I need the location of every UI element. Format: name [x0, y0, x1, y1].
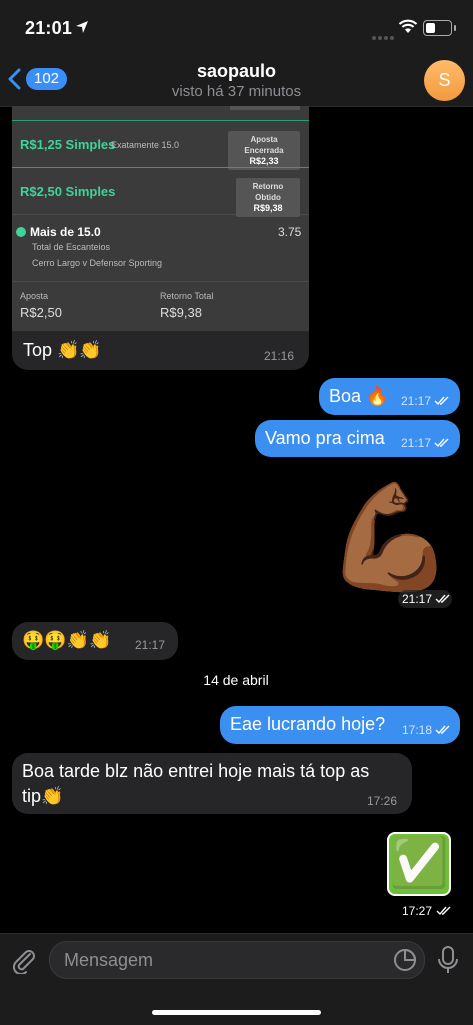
- message-time: 21:17: [401, 436, 432, 450]
- last-seen-status: visto há 37 minutos: [171, 83, 302, 100]
- battery-icon: [423, 20, 456, 36]
- message-time: 17:27: [402, 904, 433, 918]
- status-title: Retorno Obtido: [252, 182, 284, 202]
- return-label: Retorno Total: [160, 291, 214, 301]
- double-check-icon: [434, 438, 449, 448]
- status-time: 21:01: [25, 18, 73, 38]
- double-check-icon: [435, 594, 450, 604]
- bet-title: Mais de 15.0: [16, 225, 101, 239]
- message-input[interactable]: [62, 949, 376, 972]
- message-bubble-outgoing[interactable]: Boa 🔥 21:17: [319, 378, 460, 415]
- bet-row-1-status: Aposta Encerrada R$2,33: [228, 131, 300, 170]
- home-indicator[interactable]: [152, 1010, 321, 1015]
- bet-match: Cerro Largo v Defensor Sporting: [32, 258, 163, 268]
- wifi-icon: [398, 19, 418, 33]
- message-input-bar: [0, 933, 473, 1025]
- message-bubble-incoming[interactable]: Boa tarde blz não entrei hoje mais tá to…: [12, 753, 412, 814]
- double-check-icon: [436, 906, 451, 916]
- message-text: Eae lucrando hoje?: [230, 714, 386, 734]
- sticker-time-badge: 21:17: [398, 590, 452, 608]
- message-time: 21:16: [264, 349, 295, 363]
- bet-row-1: R$1,25 Simples Exatamente 15.0 Aposta En…: [12, 121, 309, 170]
- bet-totals: Aposta R$2,50 Retorno Total R$9,38: [12, 282, 309, 331]
- message-text: Top 👏👏: [23, 340, 102, 360]
- bet-row-1-sub: Exatamente 15.0: [111, 140, 180, 150]
- message-bubble-incoming[interactable]: 🤑🤑👏👏 21:17: [12, 622, 178, 660]
- chat-title[interactable]: saopaulo: [0, 61, 473, 82]
- double-check-icon: [434, 396, 449, 406]
- double-check-icon: [435, 725, 450, 735]
- message-text-line-1: Boa tarde blz não entrei hoje mais tá to…: [22, 761, 370, 781]
- message-time: 17:18: [402, 723, 433, 737]
- check-circle-icon: [16, 226, 26, 237]
- message-field[interactable]: [49, 941, 425, 979]
- sticker-emoji: 💪🏾: [325, 480, 455, 596]
- message-time: 21:17: [401, 394, 432, 408]
- cellular-signal-icon: [372, 27, 396, 45]
- date-separator: 14 de abril: [203, 672, 269, 688]
- bet-slip-image[interactable]: R$1,25 Simples Exatamente 15.0 Aposta En…: [12, 106, 309, 331]
- message-time: 21:17: [402, 592, 433, 606]
- chat-header: 102 saopaulo visto há 37 minutos S: [0, 56, 473, 107]
- message-sticker-outgoing[interactable]: 💪🏾 21:17: [325, 478, 455, 608]
- message-time: 21:17: [135, 638, 166, 652]
- message-text: Boa 🔥: [329, 386, 389, 406]
- status-value: R$2,33: [249, 156, 279, 166]
- message-text: Vamo pra cima: [265, 428, 385, 448]
- message-emoji-outgoing[interactable]: ✅ 17:27: [384, 830, 460, 918]
- status-bar: 21:01: [0, 0, 473, 56]
- emoji-glyph: ✅: [389, 837, 449, 890]
- microphone-icon[interactable]: [436, 945, 460, 975]
- stake-label: Aposta: [20, 291, 49, 301]
- message-bubble-outgoing[interactable]: Eae lucrando hoje? 17:18: [220, 706, 460, 744]
- message-text-line-2: tip👏: [22, 786, 64, 806]
- bet-odds: 3.75: [278, 225, 302, 239]
- message-time: 17:26: [367, 794, 398, 808]
- paperclip-icon[interactable]: [10, 946, 38, 974]
- bet-selection: Mais de 15.0 3.75 Total de Escanteios Ce…: [12, 215, 309, 282]
- bet-row-2-label: R$2,50 Simples: [20, 184, 116, 199]
- bet-row-2: R$2,50 Simples Retorno Obtido R$9,38: [12, 168, 309, 217]
- message-bubble-incoming[interactable]: Top 👏👏 21:16: [12, 331, 309, 370]
- card-top-pill: [230, 106, 300, 110]
- sticker-icon[interactable]: [393, 948, 417, 972]
- stake-value: R$2,50: [20, 305, 62, 320]
- avatar[interactable]: S: [424, 60, 465, 101]
- bet-row-1-label: R$1,25 Simples: [20, 137, 116, 152]
- message-text: 🤑🤑👏👏: [22, 630, 112, 650]
- status-value: R$9,38: [253, 203, 283, 213]
- location-arrow-icon: [76, 21, 88, 33]
- bet-market: Total de Escanteios: [32, 242, 111, 252]
- return-value: R$9,38: [160, 305, 202, 320]
- check-mark-emoji: ✅: [387, 832, 451, 896]
- bet-row-2-status: Retorno Obtido R$9,38: [236, 178, 300, 217]
- status-title: Aposta Encerrada: [244, 135, 284, 155]
- message-bubble-outgoing[interactable]: Vamo pra cima 21:17: [255, 420, 460, 457]
